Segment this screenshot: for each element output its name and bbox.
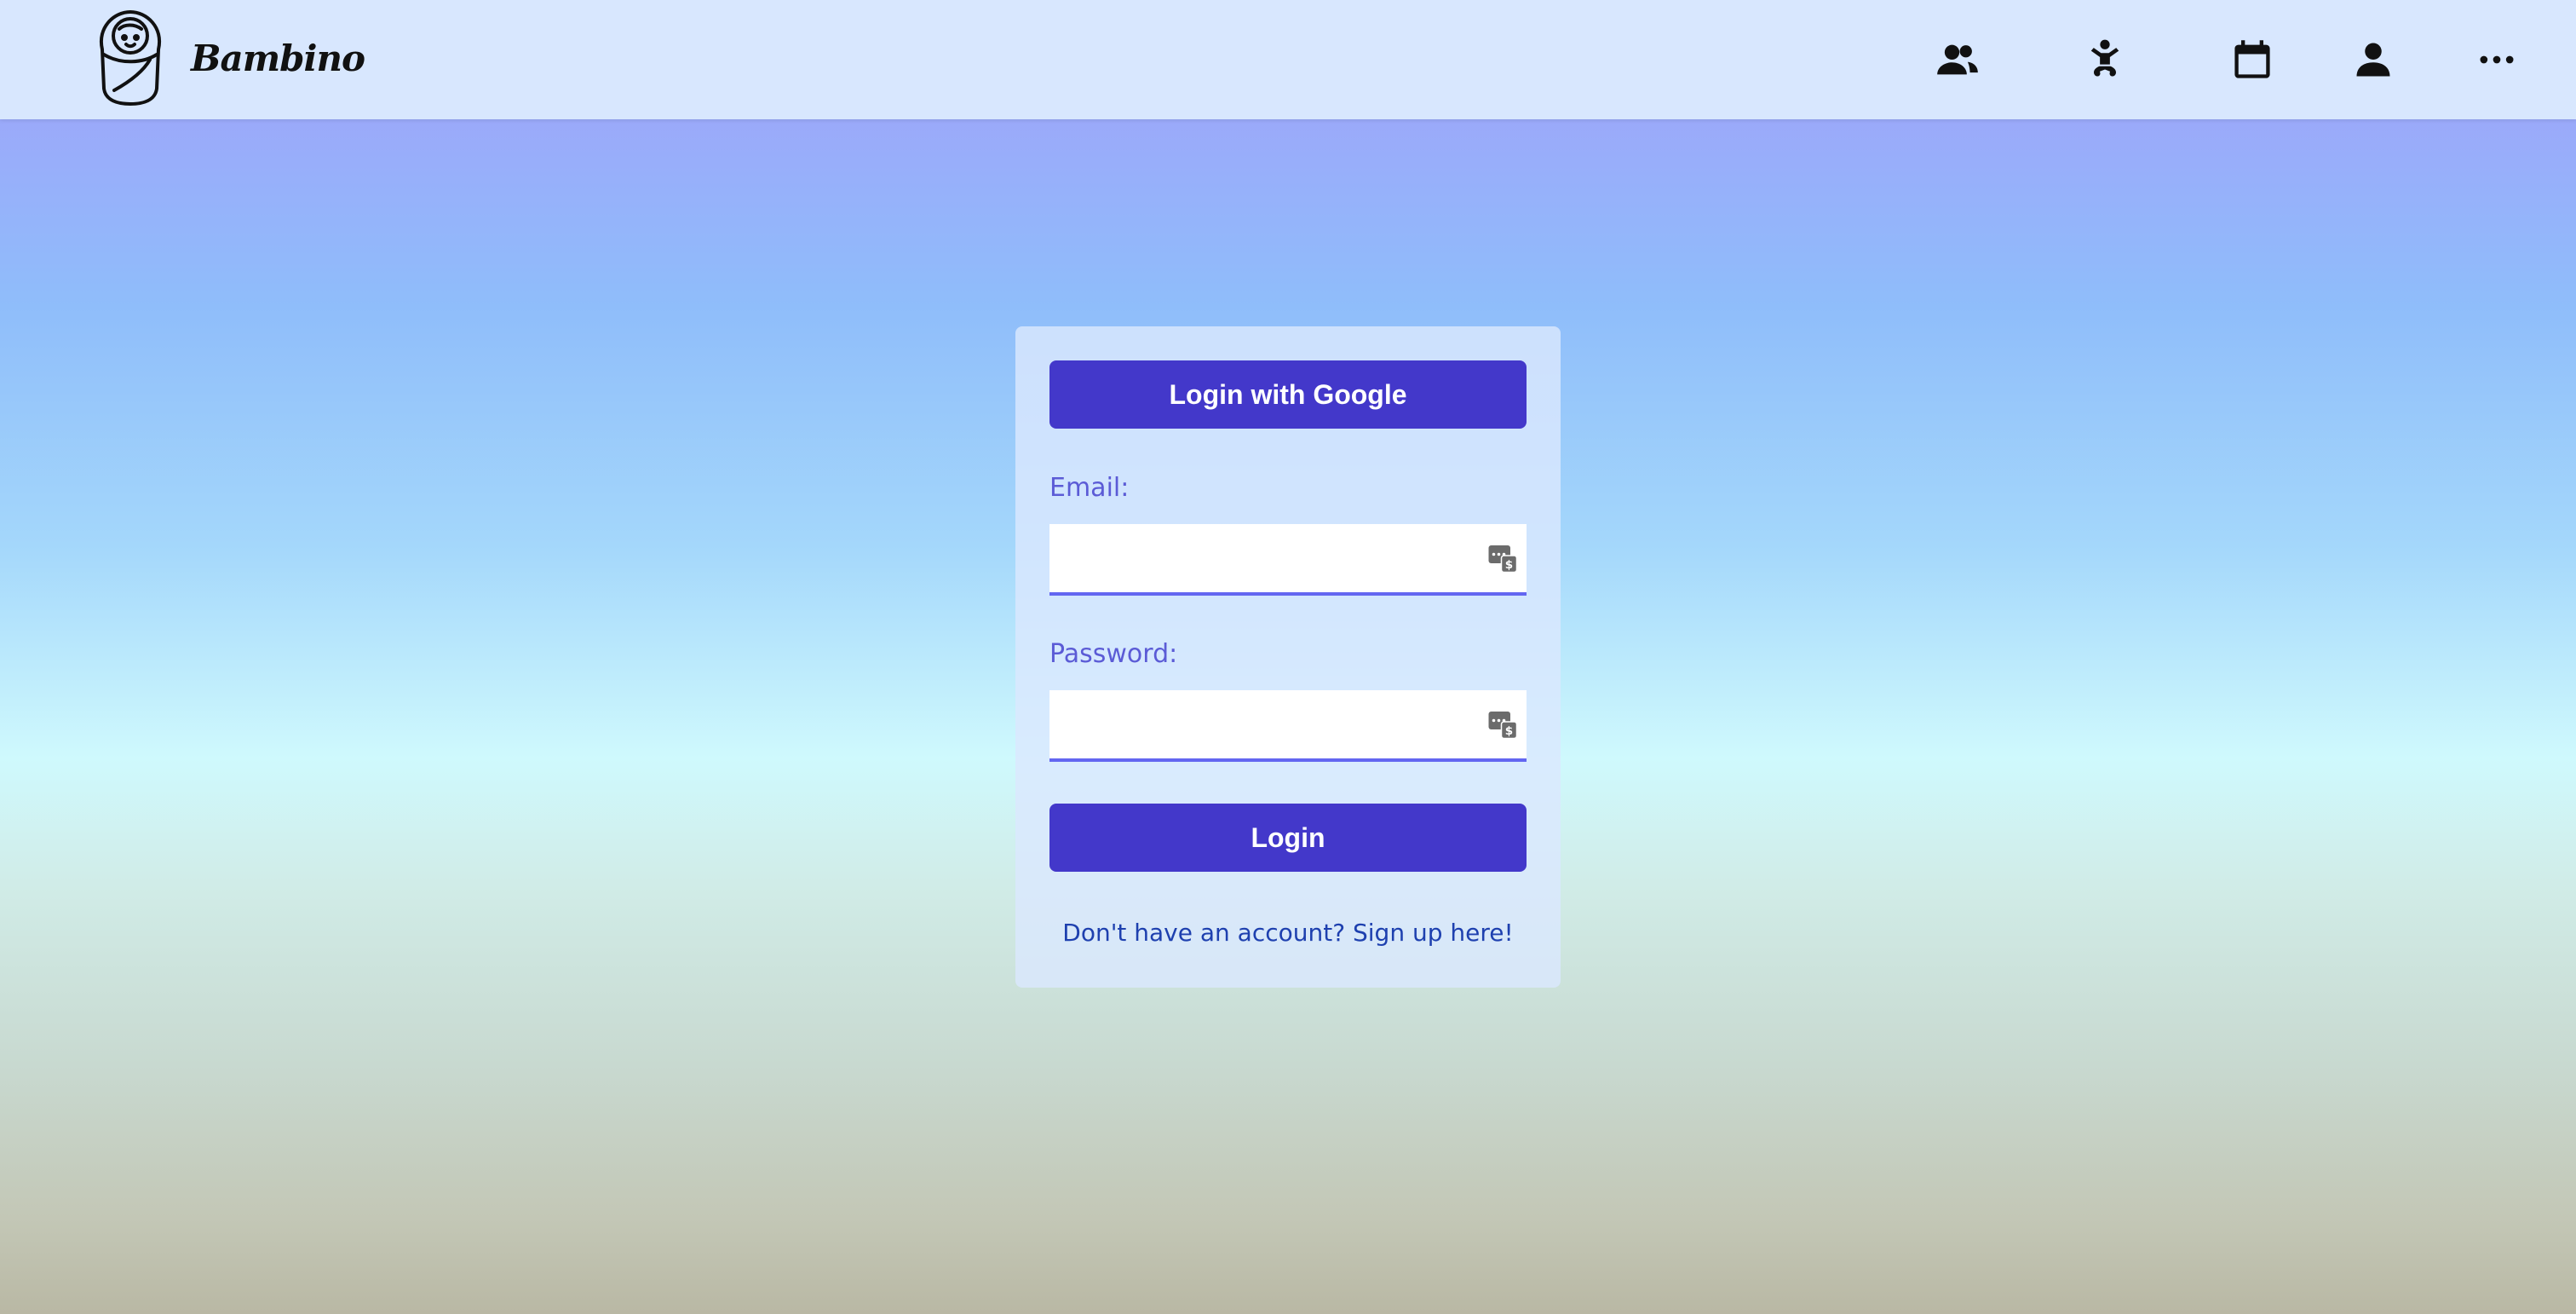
email-input[interactable] [1049, 524, 1527, 592]
password-manager-icon[interactable]: $ [1487, 543, 1518, 573]
calendar-icon[interactable] [2230, 37, 2274, 82]
top-navbar: Bambino [0, 0, 2576, 119]
signup-link[interactable]: Don't have an account? Sign up here! [1015, 919, 1561, 947]
baby-logo-icon [99, 10, 162, 106]
email-field-wrapper: $ [1049, 524, 1527, 596]
users-icon[interactable] [1935, 37, 1980, 82]
baby-icon[interactable] [2083, 37, 2127, 82]
password-input[interactable] [1049, 690, 1527, 758]
login-button[interactable]: Login [1049, 804, 1527, 872]
svg-text:$: $ [1505, 724, 1513, 738]
brand-name: Bambino [191, 37, 365, 79]
password-manager-icon[interactable]: $ [1487, 709, 1518, 740]
email-label: Email: [1049, 473, 1130, 503]
person-icon[interactable] [2351, 37, 2395, 82]
brand[interactable]: Bambino [95, 10, 365, 106]
login-with-google-button[interactable]: Login with Google [1049, 360, 1527, 429]
svg-text:$: $ [1505, 558, 1513, 572]
password-field-wrapper: $ [1049, 690, 1527, 762]
more-horizontal-icon[interactable] [2475, 37, 2519, 82]
login-card: Login with Google Email: $ Password: $ L… [1015, 326, 1561, 988]
password-label: Password: [1049, 639, 1178, 669]
